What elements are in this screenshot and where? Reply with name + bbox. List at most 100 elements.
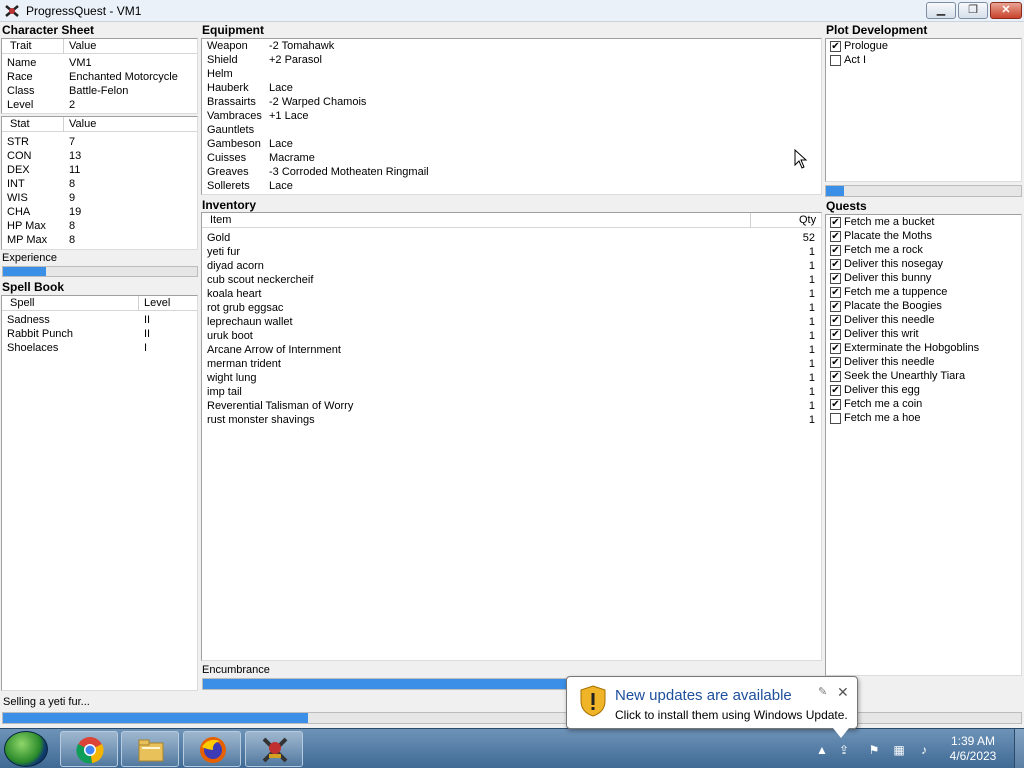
- stat-value: 19: [69, 206, 82, 218]
- experience-bar-fill: [3, 267, 46, 276]
- show-hidden-icons-icon[interactable]: ▲: [814, 742, 830, 758]
- inventory-row[interactable]: Gold 52: [202, 232, 821, 246]
- equipment-row: Helm: [202, 68, 821, 82]
- unchecked-checkbox-icon[interactable]: [830, 55, 841, 66]
- inventory-row[interactable]: Arcane Arrow of Internment 1: [202, 344, 821, 358]
- checked-checkbox-icon[interactable]: ✔: [830, 329, 841, 340]
- update-notification-balloon[interactable]: New updates are available Click to insta…: [566, 676, 858, 738]
- inventory-item-qty: 1: [808, 246, 815, 258]
- level-column-header[interactable]: Level: [144, 297, 170, 309]
- checked-checkbox-icon[interactable]: ✔: [830, 231, 841, 242]
- checked-checkbox-icon[interactable]: ✔: [830, 287, 841, 298]
- taskbar-file-explorer-button[interactable]: [121, 731, 179, 767]
- spell-column-header[interactable]: Spell: [10, 297, 34, 309]
- trait-column-header[interactable]: Trait: [10, 40, 32, 52]
- inventory-row[interactable]: leprechaun wallet 1: [202, 316, 821, 330]
- quest-label: Fetch me a bucket: [844, 216, 935, 228]
- inventory-item-qty: 1: [808, 344, 815, 356]
- unchecked-checkbox-icon[interactable]: [830, 413, 841, 424]
- inventory-row[interactable]: merman trident 1: [202, 358, 821, 372]
- show-desktop-button[interactable]: [1014, 729, 1024, 768]
- plot-progress-bar: [825, 185, 1022, 197]
- trait-name: Name: [7, 57, 37, 69]
- value-column-header[interactable]: Value: [69, 40, 96, 52]
- checked-checkbox-icon[interactable]: ✔: [830, 245, 841, 256]
- inventory-row[interactable]: imp tail 1: [202, 386, 821, 400]
- inventory-row[interactable]: cub scout neckercheif 1: [202, 274, 821, 288]
- checked-checkbox-icon[interactable]: ✔: [830, 217, 841, 228]
- inventory-grid: Item Qty Gold 52 yeti fur 1 diyad acorn 1 cub …: [201, 212, 822, 661]
- inventory-item-qty: 1: [808, 330, 815, 342]
- spell-row[interactable]: Sadness II: [2, 314, 197, 328]
- start-button[interactable]: [4, 731, 48, 767]
- experience-bar: [2, 266, 198, 277]
- quest-label: Fetch me a tuppence: [844, 286, 948, 298]
- checked-checkbox-icon[interactable]: ✔: [830, 371, 841, 382]
- inventory-item-name: leprechaun wallet: [207, 316, 293, 328]
- plot-list: ✔ Prologue Act I: [825, 38, 1022, 182]
- inventory-row[interactable]: koala heart 1: [202, 288, 821, 302]
- item-column-header[interactable]: Item: [210, 214, 231, 226]
- notification-options-icon[interactable]: ✎: [818, 685, 827, 698]
- checked-checkbox-icon[interactable]: ✔: [830, 357, 841, 368]
- action-center-icon[interactable]: ⚑: [866, 742, 882, 758]
- taskbar-clock[interactable]: 1:39 AM 4/6/2023: [938, 734, 1008, 764]
- inventory-row[interactable]: rot grub eggsac 1: [202, 302, 821, 316]
- inventory-item-qty: 52: [802, 232, 815, 244]
- stat-name: CHA: [7, 206, 31, 218]
- checked-checkbox-icon[interactable]: ✔: [830, 41, 841, 52]
- stat-name: STR: [7, 136, 29, 148]
- firefox-icon: [200, 737, 226, 763]
- qty-column-header[interactable]: Qty: [799, 214, 816, 226]
- notification-body: Click to install them using Windows Upda…: [615, 708, 848, 722]
- checked-checkbox-icon[interactable]: ✔: [830, 343, 841, 354]
- stat-name: CON: [7, 150, 32, 162]
- network-icon[interactable]: ▦: [891, 742, 907, 758]
- minimize-button[interactable]: ▁: [926, 2, 956, 19]
- spell-row[interactable]: Shoelaces I: [2, 342, 197, 356]
- volume-icon[interactable]: ♪: [916, 742, 932, 758]
- trait-row: Name VM1: [2, 57, 197, 71]
- taskbar-progressquest-button[interactable]: [245, 731, 303, 767]
- stat-column-header[interactable]: Stat: [10, 118, 30, 130]
- trait-value: Enchanted Motorcycle: [69, 71, 178, 83]
- spell-level: II: [144, 314, 151, 326]
- inventory-row[interactable]: uruk boot 1: [202, 330, 821, 344]
- stat-value: 7: [69, 136, 76, 148]
- taskbar-firefox-button[interactable]: [183, 731, 241, 767]
- equipment-slot: Cuisses: [207, 152, 247, 164]
- equipment-row: Cuisses Macrame: [202, 152, 821, 166]
- trait-row: Race Enchanted Motorcycle: [2, 71, 197, 85]
- inventory-row[interactable]: rust monster shavings 1: [202, 414, 821, 428]
- maximize-button[interactable]: ❐: [958, 2, 988, 19]
- notification-close-icon[interactable]: ✕: [837, 684, 849, 701]
- task-progress-bar: [2, 712, 1022, 724]
- spell-row[interactable]: Rabbit Punch II: [2, 328, 197, 342]
- equipment-row: Vambraces +1 Lace: [202, 110, 821, 124]
- close-button[interactable]: ✕: [990, 2, 1022, 19]
- checked-checkbox-icon[interactable]: ✔: [830, 385, 841, 396]
- inventory-row[interactable]: wight lung 1: [202, 372, 821, 386]
- inventory-row[interactable]: yeti fur 1: [202, 246, 821, 260]
- checked-checkbox-icon[interactable]: ✔: [830, 399, 841, 410]
- windows-update-icon[interactable]: ⇪: [836, 742, 852, 758]
- stat-value-column-header[interactable]: Value: [69, 118, 96, 130]
- inventory-row[interactable]: Reverential Talisman of Worry 1: [202, 400, 821, 414]
- taskbar-chrome-button[interactable]: [60, 731, 118, 767]
- equipment-slot: Shield: [207, 54, 238, 66]
- inventory-item-qty: 1: [808, 316, 815, 328]
- stat-value: 8: [69, 220, 76, 232]
- checked-checkbox-icon[interactable]: ✔: [830, 301, 841, 312]
- inventory-row[interactable]: diyad acorn 1: [202, 260, 821, 274]
- stat-row: WIS 9: [2, 192, 197, 206]
- equipment-item: Lace: [269, 180, 293, 192]
- checked-checkbox-icon[interactable]: ✔: [830, 315, 841, 326]
- stats-grid-header: Stat Value: [2, 117, 197, 132]
- character-sheet-header: Character Sheet: [2, 23, 95, 37]
- quest-label: Deliver this egg: [844, 384, 920, 396]
- checked-checkbox-icon[interactable]: ✔: [830, 273, 841, 284]
- equipment-header: Equipment: [202, 23, 264, 37]
- quest-label: Seek the Unearthly Tiara: [844, 370, 966, 382]
- quest-label: Exterminate the Hobgoblins: [844, 342, 980, 354]
- checked-checkbox-icon[interactable]: ✔: [830, 259, 841, 270]
